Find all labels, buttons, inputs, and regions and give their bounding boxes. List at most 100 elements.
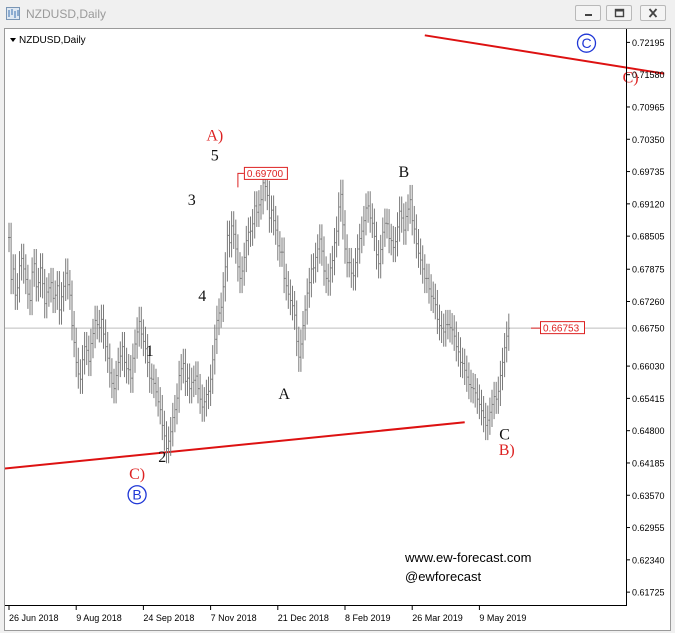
price-bar (383, 208, 386, 247)
price-bar (87, 335, 90, 377)
price-bar (161, 394, 164, 441)
price-bar (123, 331, 126, 378)
price-bar (58, 271, 61, 325)
price-tick-label: 0.62340 (632, 555, 665, 565)
price-bar (247, 217, 250, 256)
time-tick: 7 Nov 2018 (210, 606, 257, 623)
price-bar (121, 331, 124, 371)
price-bar (241, 256, 244, 294)
price-tick: 0.62955 (627, 523, 665, 533)
price-bar (77, 347, 80, 389)
price-bar (239, 252, 241, 294)
price-bar (203, 387, 206, 422)
price-bar (461, 347, 464, 379)
time-tick-label: 26 Mar 2019 (412, 613, 463, 623)
chart-window-icon (6, 7, 20, 20)
price-bar (411, 184, 414, 236)
price-bar (392, 225, 395, 263)
price-bar (341, 179, 344, 240)
circled-wave-label: C (576, 33, 597, 53)
title-bar[interactable]: NZDUSD,Daily (0, 0, 675, 28)
price-bar (463, 348, 466, 385)
price-bar (396, 212, 399, 257)
price-bar (173, 394, 176, 433)
chart-area[interactable]: A) 5 3 4 1 2 A B C B) C) C) B C 0.72195 0.71580 0.70965… (4, 28, 671, 631)
price-bar (499, 360, 502, 406)
symbol-header: NZDUSD,Daily (10, 35, 86, 46)
price-bar (54, 280, 57, 314)
close-button[interactable] (640, 5, 666, 21)
trendline[interactable] (424, 34, 665, 75)
price-bar (127, 354, 130, 385)
time-tick-label: 9 May 2019 (479, 613, 526, 623)
symbol-label: NZDUSD,Daily (19, 35, 86, 46)
wave-label: A) (206, 127, 223, 144)
price-bar (274, 205, 277, 245)
price-bar (37, 267, 40, 302)
price-bar (218, 298, 220, 336)
price-bar (428, 263, 430, 304)
price-bar (421, 245, 424, 284)
chart-window: NZDUSD,Daily A) 5 3 4 1 2 A B C B) C) C) B C 0.72195 0… (0, 0, 675, 633)
price-bar (335, 216, 338, 258)
price-bar (152, 364, 155, 399)
price-bar (283, 237, 286, 294)
price-bar (371, 203, 374, 238)
price-bar (75, 327, 78, 378)
price-bar (92, 318, 94, 359)
price-bar (474, 373, 477, 408)
price-bar (346, 234, 349, 278)
price-tick: 0.67260 (627, 297, 665, 307)
time-tick: 8 Feb 2019 (344, 606, 391, 623)
price-bar (413, 205, 416, 244)
time-tick-label: 7 Nov 2018 (211, 613, 257, 623)
price-bar (89, 328, 92, 377)
price-tick: 0.71580 (627, 70, 665, 80)
price-tick-label: 0.70350 (632, 135, 665, 145)
price-bar (8, 222, 10, 253)
restore-button[interactable] (606, 5, 632, 21)
wave-label: A (278, 386, 290, 403)
price-bar (110, 358, 113, 399)
price-bar (486, 405, 489, 441)
price-bar (249, 216, 252, 247)
high-price-tag-label: 0.69700 (247, 169, 284, 180)
price-bar (407, 194, 409, 232)
price-bar (446, 309, 449, 340)
price-bar (465, 355, 468, 392)
price-bar (417, 229, 420, 268)
minimize-button[interactable] (575, 5, 601, 21)
price-bar (47, 273, 50, 307)
price-bar (442, 313, 445, 347)
price-bar (29, 279, 31, 316)
window-title: NZDUSD,Daily (26, 7, 107, 21)
trendline[interactable] (5, 421, 465, 470)
price-bar (299, 329, 302, 372)
triangle-down-icon (10, 38, 16, 42)
price-bar (178, 360, 181, 413)
price-bar (157, 377, 160, 417)
time-tick: 21 Dec 2018 (277, 606, 329, 623)
price-bar (251, 209, 254, 246)
price-bar (325, 256, 328, 294)
price-bar (440, 310, 443, 343)
price-bar (379, 234, 382, 279)
price-bar (425, 263, 428, 294)
price-bar (159, 387, 162, 425)
price-bar (373, 208, 376, 252)
price-tick: 0.68505 (627, 232, 665, 242)
price-tick: 0.62340 (627, 555, 665, 565)
price-bar (423, 254, 426, 294)
price-bar (436, 289, 439, 335)
price-bar (297, 326, 300, 372)
price-bar (98, 309, 101, 343)
price-tick-label: 0.66030 (632, 362, 665, 372)
price-bar (150, 363, 153, 394)
price-bar (260, 184, 262, 220)
price-bar (201, 384, 204, 422)
price-bar (356, 234, 359, 278)
price-bar (310, 254, 313, 298)
circled-wave-label-text: C (581, 35, 591, 51)
price-chart[interactable]: A)53412ABCB)C)C)BC 0.721950.715800.70965… (5, 29, 670, 630)
price-bar (113, 368, 115, 404)
